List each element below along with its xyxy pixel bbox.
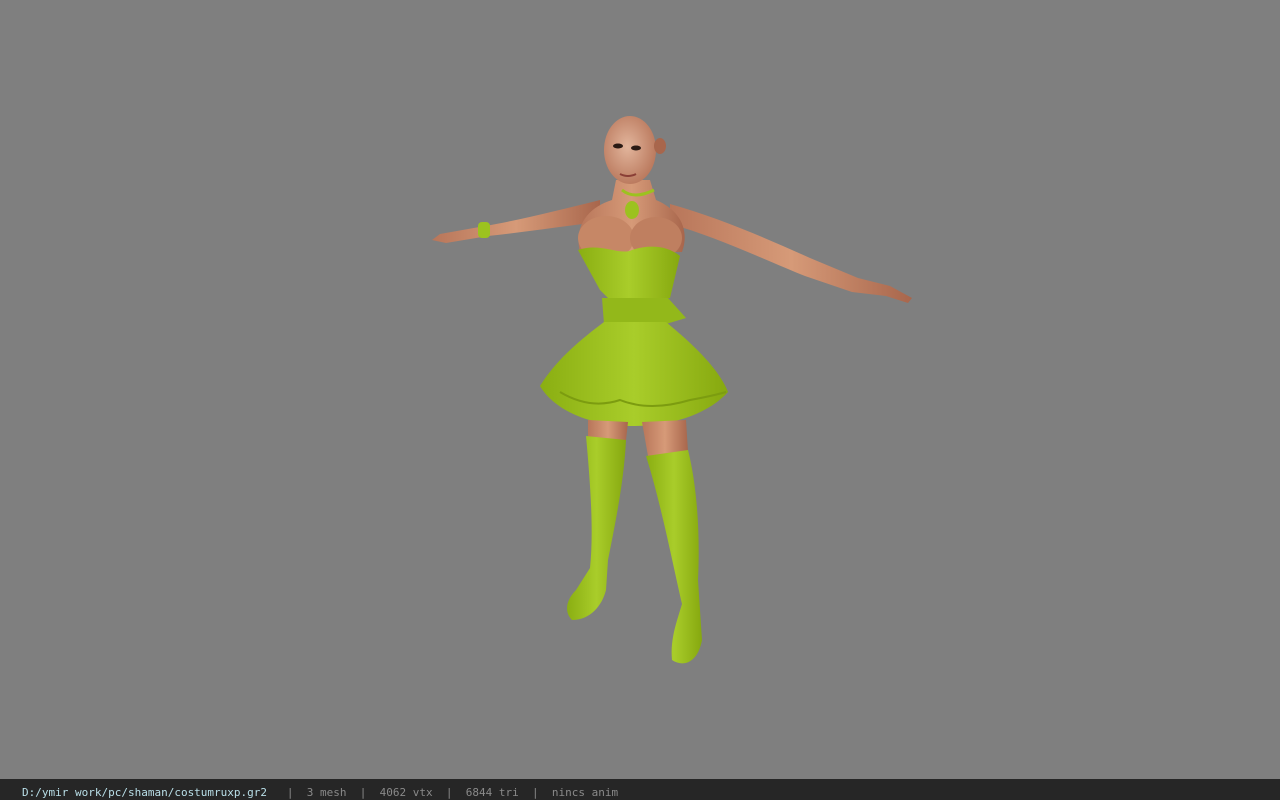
mesh-count-label: 3 mesh [306,786,347,799]
character-model-icon[interactable] [0,0,1280,779]
boots [567,436,702,664]
triangle-count-label: 6844 tri [465,786,519,799]
right-arm [670,204,912,303]
separator: | [286,786,294,799]
left-arm [432,200,600,243]
file-path-label: D:/ymir work/pc/shaman/costumruxp.gr2 [22,786,268,799]
head [604,116,666,184]
status-bar: D:/ymir work/pc/shaman/costumruxp.gr2 | … [0,779,1280,800]
separator: | [445,786,453,799]
separator: | [532,786,539,799]
vertex-count-label: 4062 vtx [379,786,433,799]
3d-viewport[interactable] [0,0,1280,779]
separator: | [359,786,367,799]
dress [540,246,728,426]
animation-status-label: nincs anim [551,786,619,799]
